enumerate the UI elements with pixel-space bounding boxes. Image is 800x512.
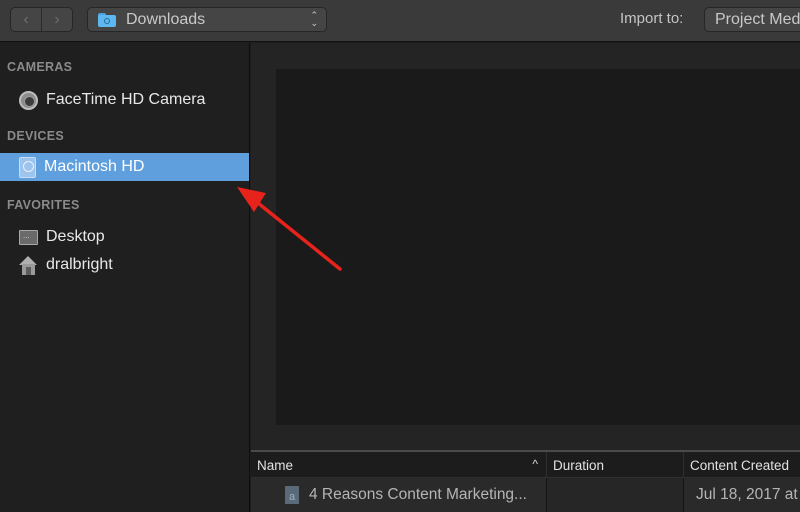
cell-name: a 4 Reasons Content Marketing...	[251, 478, 547, 512]
forward-button[interactable]: ›	[41, 8, 72, 31]
file-name: 4 Reasons Content Marketing...	[309, 486, 527, 503]
hard-drive-icon	[19, 156, 36, 178]
cell-content-created: Jul 18, 2017 at	[684, 478, 800, 512]
chevron-left-icon: ‹	[23, 10, 29, 28]
import-to-label: Import to:	[620, 10, 684, 27]
column-header-name[interactable]: Name ^	[251, 452, 547, 478]
column-label: Duration	[553, 457, 605, 473]
back-button[interactable]: ‹	[11, 8, 41, 31]
table-row[interactable]: a 4 Reasons Content Marketing... Jul 18,…	[251, 478, 800, 512]
navigation-buttons: ‹ ›	[10, 7, 73, 32]
camera-icon	[19, 90, 38, 110]
section-header-devices: DEVICES	[7, 129, 64, 143]
column-header-content-created[interactable]: Content Created	[684, 452, 800, 478]
document-icon: a	[285, 486, 299, 504]
section-header-cameras: CAMERAS	[7, 60, 73, 74]
media-preview	[276, 69, 800, 425]
toolbar: ‹ › Downloads ⌃⌄ Import to: Project Medi…	[0, 0, 800, 42]
sidebar-item-facetime-camera[interactable]: FaceTime HD Camera	[0, 86, 249, 114]
location-popup[interactable]: Downloads ⌃ ⌄	[87, 7, 327, 32]
import-destination-popup[interactable]: Project Media	[704, 7, 800, 32]
sidebar-item-desktop[interactable]: Desktop	[0, 223, 249, 251]
column-label: Content Created	[690, 457, 790, 473]
sidebar-item-label: FaceTime HD Camera	[46, 91, 206, 108]
sidebar-item-label: Macintosh HD	[44, 158, 145, 175]
table-header: Name ^ Duration Content Created	[251, 452, 800, 478]
sidebar-item-label: Desktop	[46, 228, 105, 245]
column-label: Name	[257, 457, 294, 473]
column-header-duration[interactable]: Duration	[547, 452, 684, 478]
desktop-icon	[19, 229, 38, 245]
downloads-folder-icon	[98, 12, 116, 27]
sidebar-item-label: dralbright	[46, 256, 113, 273]
sidebar-item-dralbright[interactable]: dralbright	[0, 251, 249, 279]
content-created-value: Jul 18, 2017 at	[696, 486, 798, 503]
sidebar: CAMERAS FaceTime HD Camera DEVICES Macin…	[0, 43, 250, 512]
cell-duration	[547, 478, 684, 512]
import-destination-value: Project Media	[715, 10, 800, 28]
sidebar-item-macintosh-hd[interactable]: Macintosh HD	[0, 153, 249, 181]
chevron-right-icon: ›	[54, 10, 60, 28]
location-label: Downloads	[126, 10, 206, 28]
home-icon	[19, 255, 38, 275]
main-pane: Name ^ Duration Content Created a 4 Reas…	[251, 43, 800, 512]
section-header-favorites: FAVORITES	[7, 198, 80, 212]
sort-ascending-icon: ^	[532, 457, 538, 471]
updown-chevron-icon: ⌃ ⌄	[310, 10, 318, 28]
